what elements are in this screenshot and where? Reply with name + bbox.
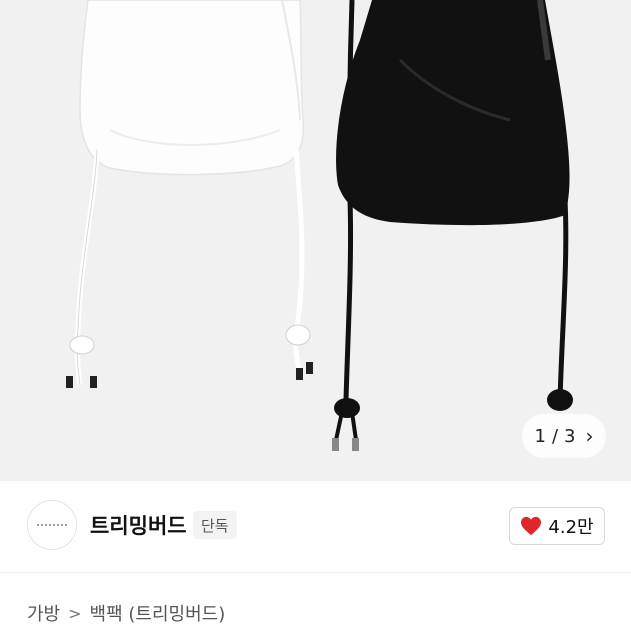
product-photo bbox=[0, 0, 631, 481]
chevron-right-icon: › bbox=[585, 424, 594, 448]
like-button[interactable]: 4.2만 bbox=[509, 507, 605, 545]
breadcrumb-item-subcategory[interactable]: 백팩 (트리밍버드) bbox=[90, 600, 226, 626]
exclusive-badge: 단독 bbox=[193, 511, 237, 539]
store-logo[interactable] bbox=[27, 500, 77, 550]
image-counter-current: 1 bbox=[534, 425, 546, 447]
breadcrumb: 가방 > 백팩 (트리밍버드) bbox=[27, 600, 225, 626]
image-counter-total: 3 bbox=[564, 425, 576, 447]
product-image[interactable]: 1 / 3 › bbox=[0, 0, 631, 481]
heart-icon bbox=[521, 516, 542, 536]
store-logo-mark bbox=[37, 524, 67, 526]
image-counter-separator: / bbox=[551, 425, 559, 447]
chevron-right-icon: > bbox=[68, 603, 82, 623]
breadcrumb-item-category[interactable]: 가방 bbox=[27, 600, 60, 626]
image-counter[interactable]: 1 / 3 › bbox=[522, 414, 606, 458]
divider bbox=[0, 572, 631, 573]
store-name[interactable]: 트리밍버드 bbox=[90, 510, 187, 540]
like-count: 4.2만 bbox=[548, 517, 594, 538]
